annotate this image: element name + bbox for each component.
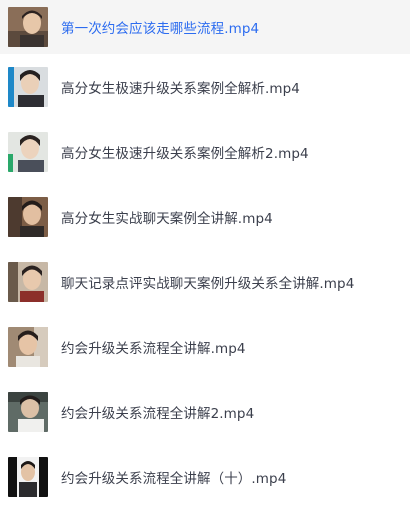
file-item[interactable]: 约会升级关系流程全讲解（十）.mp4 (0, 444, 410, 509)
file-item[interactable]: 约会升级关系流程全讲解.mp4 (0, 314, 410, 379)
file-name: 约会升级关系流程全讲解2.mp4 (61, 405, 255, 422)
file-item[interactable]: 高分女生极速升级关系案例全解析.mp4 (0, 54, 410, 119)
video-thumbnail-icon (8, 326, 48, 367)
video-thumbnail-icon (8, 261, 48, 302)
file-item[interactable]: 聊天记录点评实战聊天案例升级关系全讲解.mp4 (0, 249, 410, 314)
video-thumbnail-icon (8, 7, 48, 47)
file-item[interactable]: 约会升级关系流程全讲解2.mp4 (0, 379, 410, 444)
video-thumbnail-icon (8, 66, 48, 107)
file-name: 第一次约会应该走哪些流程.mp4 (61, 21, 260, 37)
video-thumbnail-icon (8, 391, 48, 432)
video-thumbnail-icon (8, 456, 48, 497)
file-name: 聊天记录点评实战聊天案例升级关系全讲解.mp4 (61, 275, 355, 292)
file-name: 高分女生实战聊天案例全讲解.mp4 (61, 210, 273, 227)
file-item[interactable]: 高分女生实战聊天案例全讲解.mp4 (0, 184, 410, 249)
video-thumbnail-icon (8, 196, 48, 237)
file-name: 约会升级关系流程全讲解.mp4 (61, 340, 246, 357)
file-item[interactable]: 高分女生极速升级关系案例全解析2.mp4 (0, 119, 410, 184)
file-name: 约会升级关系流程全讲解（十）.mp4 (61, 470, 287, 487)
file-name: 高分女生极速升级关系案例全解析.mp4 (61, 80, 300, 97)
file-list: 第一次约会应该走哪些流程.mp4 高分女生极速升级关系案例全解析.mp4 高分女 (0, 0, 410, 509)
file-name: 高分女生极速升级关系案例全解析2.mp4 (61, 145, 309, 162)
file-item[interactable]: 第一次约会应该走哪些流程.mp4 (0, 0, 410, 54)
video-thumbnail-icon (8, 131, 48, 172)
